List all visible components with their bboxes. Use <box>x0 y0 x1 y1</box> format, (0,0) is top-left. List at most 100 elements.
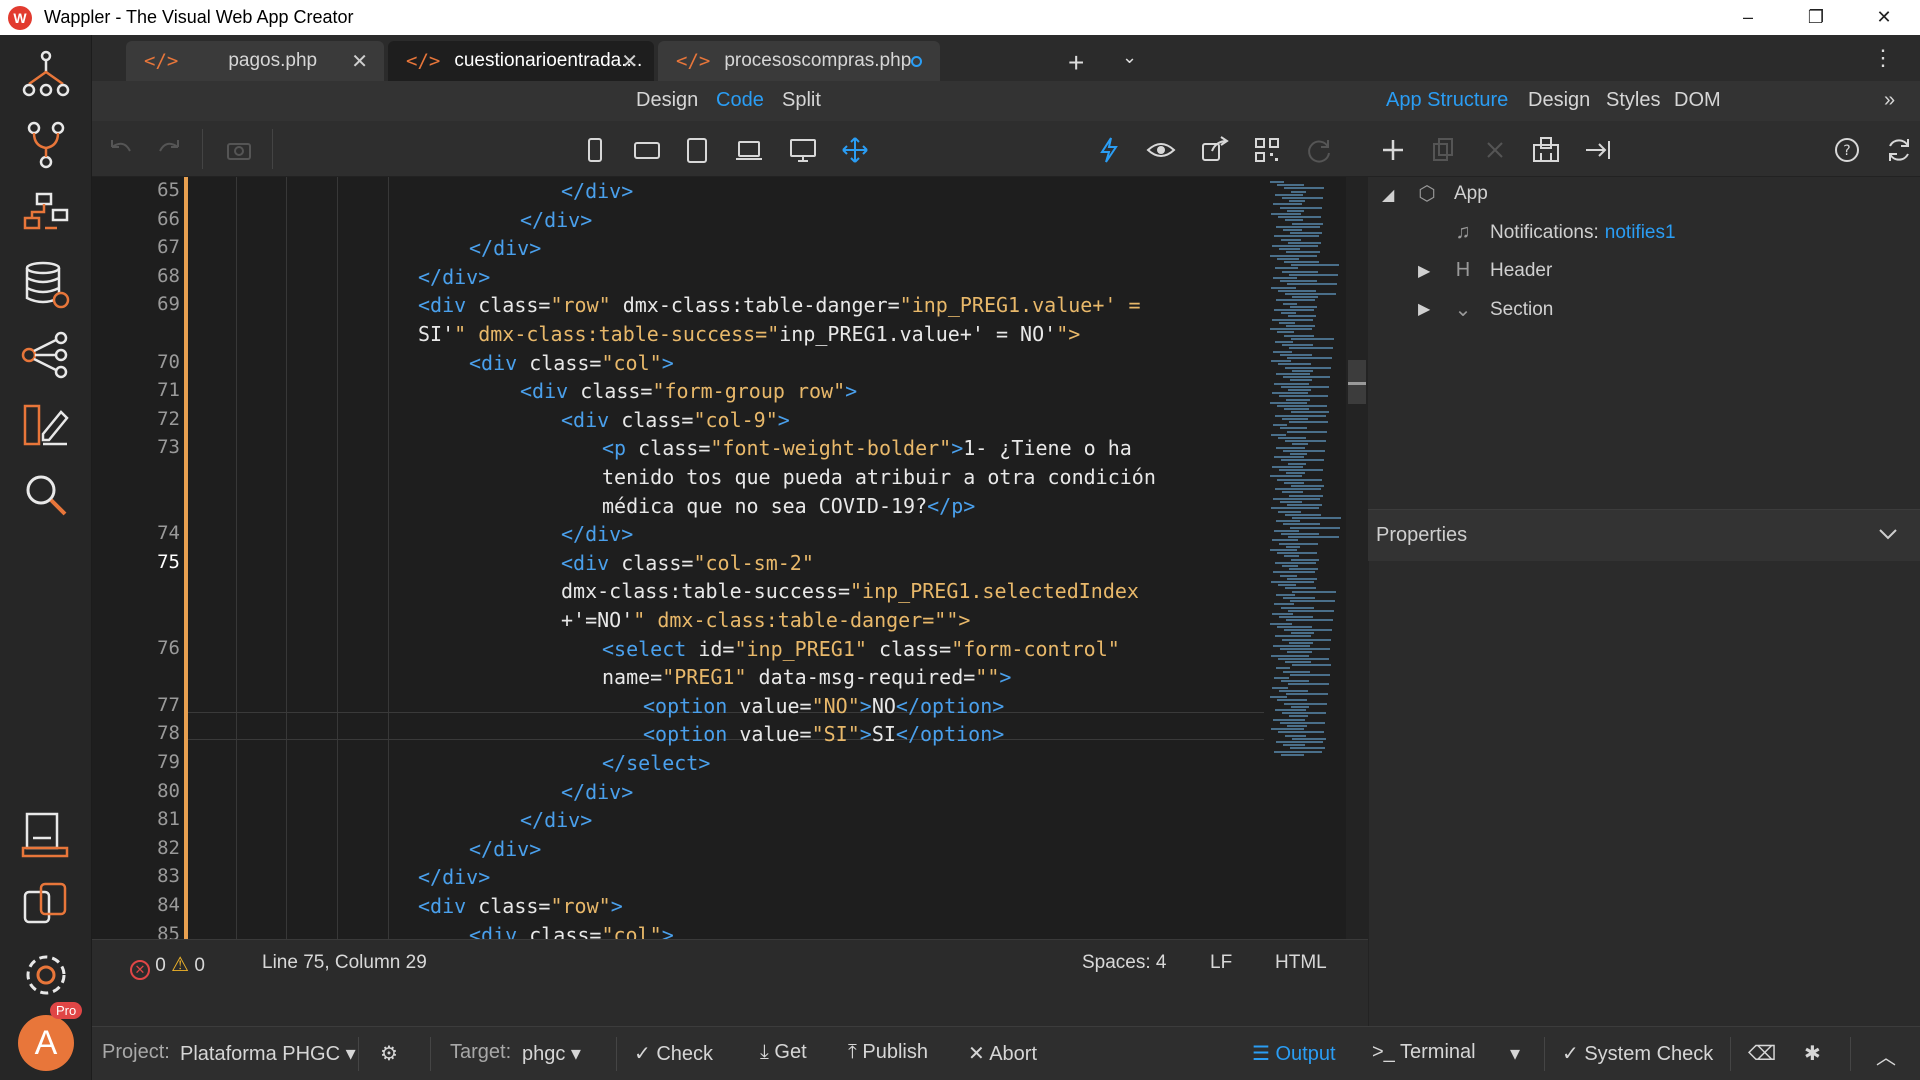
minimap-line <box>1285 440 1326 443</box>
code-minimap[interactable] <box>1264 177 1358 939</box>
get-button[interactable]: ⤓ Get <box>760 1041 807 1064</box>
tab-app-structure[interactable]: App Structure <box>1386 89 1508 112</box>
screenshot-camera-icon[interactable] <box>222 133 256 167</box>
code-editor[interactable]: 65 66 67 68 69 70 71 72 73 74 75 76 77 78 79 80 81 82 83 84… <box>92 177 1368 939</box>
extensions-icon[interactable] <box>16 805 76 865</box>
abort-button[interactable]: ✕ Abort <box>968 1041 1037 1066</box>
more-menu-icon[interactable]: ⋮ <box>1872 45 1894 71</box>
add-component-icon[interactable] <box>1376 133 1410 167</box>
project-select[interactable]: Plataforma PHGC ▾ <box>180 1041 356 1066</box>
tab-styles[interactable]: Styles <box>1606 89 1660 112</box>
tree-expand-icon[interactable]: ▶ <box>1418 261 1430 281</box>
tree-node-notifications[interactable]: ♫ Notifications: notifies1 <box>1450 221 1676 244</box>
refresh-icon[interactable] <box>1302 133 1336 167</box>
tree-node-label: App <box>1454 182 1488 204</box>
tab-procesoscompras[interactable]: </> procesoscompras.php <box>658 41 940 81</box>
publish-button[interactable]: ⤒ Publish <box>848 1041 928 1064</box>
tab-pagos[interactable]: </> pagos.php ✕ <box>126 41 384 81</box>
qr-code-icon[interactable] <box>1250 133 1284 167</box>
design-edit-icon[interactable] <box>16 395 76 455</box>
code-line: name="PREG1" data-msg-required=""> <box>602 665 1012 690</box>
minimap-line <box>1272 392 1308 395</box>
minimap-line <box>1280 353 1312 356</box>
properties-header[interactable]: Properties <box>1368 509 1920 561</box>
move-into-icon[interactable] <box>1581 133 1615 167</box>
database-icon[interactable] <box>16 255 76 315</box>
editor-scrollbar-track[interactable] <box>1346 177 1368 939</box>
line-ending-setting[interactable]: LF <box>1210 952 1232 974</box>
error-icon: ✕ <box>130 960 150 980</box>
tree-expand-icon[interactable]: ▶ <box>1418 299 1430 319</box>
minimap-line <box>1271 581 1314 583</box>
device-laptop-icon[interactable] <box>732 133 766 167</box>
tree-node-header[interactable]: H Header <box>1450 259 1553 282</box>
app-structure-icon[interactable] <box>16 45 76 105</box>
minimap-line <box>1283 744 1305 747</box>
redo-icon[interactable] <box>154 133 188 167</box>
code-line: <div class="col-sm-2" <box>561 550 814 575</box>
open-external-icon[interactable] <box>1198 133 1232 167</box>
device-desktop-icon[interactable] <box>786 133 820 167</box>
clear-output-eraser-icon[interactable]: ⌫ <box>1748 1041 1776 1066</box>
device-phone-icon[interactable] <box>578 133 612 167</box>
tab-design[interactable]: Design <box>1528 89 1590 112</box>
terminal-button[interactable]: >_ Terminal <box>1372 1041 1476 1064</box>
preview-eye-icon[interactable] <box>1144 133 1178 167</box>
settings-gear-icon[interactable] <box>16 945 76 1005</box>
download-icon: ⤓ <box>760 1041 769 1063</box>
problems-indicator[interactable]: ✕ 0 ⚠ 0 <box>130 952 205 980</box>
undo-icon[interactable] <box>102 133 136 167</box>
routing-icon[interactable] <box>16 185 76 245</box>
device-phone-landscape-icon[interactable] <box>630 133 664 167</box>
delete-icon[interactable] <box>1478 133 1512 167</box>
device-tablet-icon[interactable] <box>680 133 714 167</box>
tree-node-app[interactable]: ⬡ App <box>1414 181 1488 206</box>
close-tab-icon[interactable]: ✕ <box>351 49 368 74</box>
check-button[interactable]: ✓ Check <box>634 1041 713 1066</box>
add-tab-button[interactable]: + <box>1068 47 1084 79</box>
minimap-line <box>1276 446 1305 449</box>
line-number: 80 <box>157 779 180 802</box>
minimize-button[interactable]: – <box>1714 0 1782 35</box>
line-number: 76 <box>157 636 180 659</box>
properties-panel <box>1368 561 1920 1026</box>
maximize-button[interactable]: ❐ <box>1782 0 1850 35</box>
indentation-setting[interactable]: Spaces: 4 <box>1082 952 1167 974</box>
target-select[interactable]: phgc ▾ <box>522 1041 581 1066</box>
system-check-button[interactable]: ✓ System Check <box>1562 1041 1713 1066</box>
close-tab-icon[interactable]: ✕ <box>621 49 638 74</box>
cursor-position[interactable]: Line 75, Column 29 <box>262 952 427 974</box>
code-line: </div> <box>561 779 634 804</box>
git-branch-icon[interactable] <box>16 115 76 175</box>
tab-list-dropdown-icon[interactable]: ⌄ <box>1122 47 1137 68</box>
chevron-down-icon[interactable] <box>1876 522 1900 546</box>
debug-bug-icon[interactable]: ✱ <box>1804 1041 1821 1066</box>
duplicate-icon[interactable] <box>1426 133 1460 167</box>
view-design-tab[interactable]: Design <box>636 89 698 112</box>
share-api-icon[interactable] <box>16 325 76 385</box>
close-window-button[interactable]: ✕ <box>1850 0 1918 35</box>
minimap-line <box>1277 405 1327 407</box>
lightning-icon[interactable] <box>1092 133 1126 167</box>
tree-collapse-icon[interactable]: ◢ <box>1382 185 1394 205</box>
tab-dom[interactable]: DOM <box>1674 89 1721 112</box>
tree-node-section[interactable]: ⌄ Section <box>1450 297 1554 322</box>
terminal-dropdown-icon[interactable]: ▾ <box>1510 1041 1520 1066</box>
language-mode[interactable]: HTML <box>1275 952 1327 974</box>
view-code-tab[interactable]: Code <box>716 89 764 112</box>
minimap-line <box>1271 213 1301 215</box>
help-icon[interactable]: ? <box>1830 133 1864 167</box>
minimap-line <box>1286 398 1310 401</box>
wrap-component-icon[interactable] <box>1529 133 1563 167</box>
view-split-tab[interactable]: Split <box>782 89 821 112</box>
responsive-move-icon[interactable] <box>838 133 872 167</box>
sync-icon[interactable] <box>1882 133 1916 167</box>
expand-panel-icon[interactable]: » <box>1884 89 1895 112</box>
search-icon[interactable] <box>16 465 76 525</box>
project-settings-gear-icon[interactable]: ⚙ <box>380 1041 398 1066</box>
user-avatar[interactable]: A <box>18 1015 74 1071</box>
resources-icon[interactable] <box>16 875 76 935</box>
tab-cuestionarioentrada[interactable]: </> cuestionarioentrada.... ✕ <box>388 41 654 81</box>
output-button[interactable]: ☰ Output <box>1252 1041 1336 1066</box>
expand-panel-up-icon[interactable]: ︿ <box>1876 1041 1896 1070</box>
